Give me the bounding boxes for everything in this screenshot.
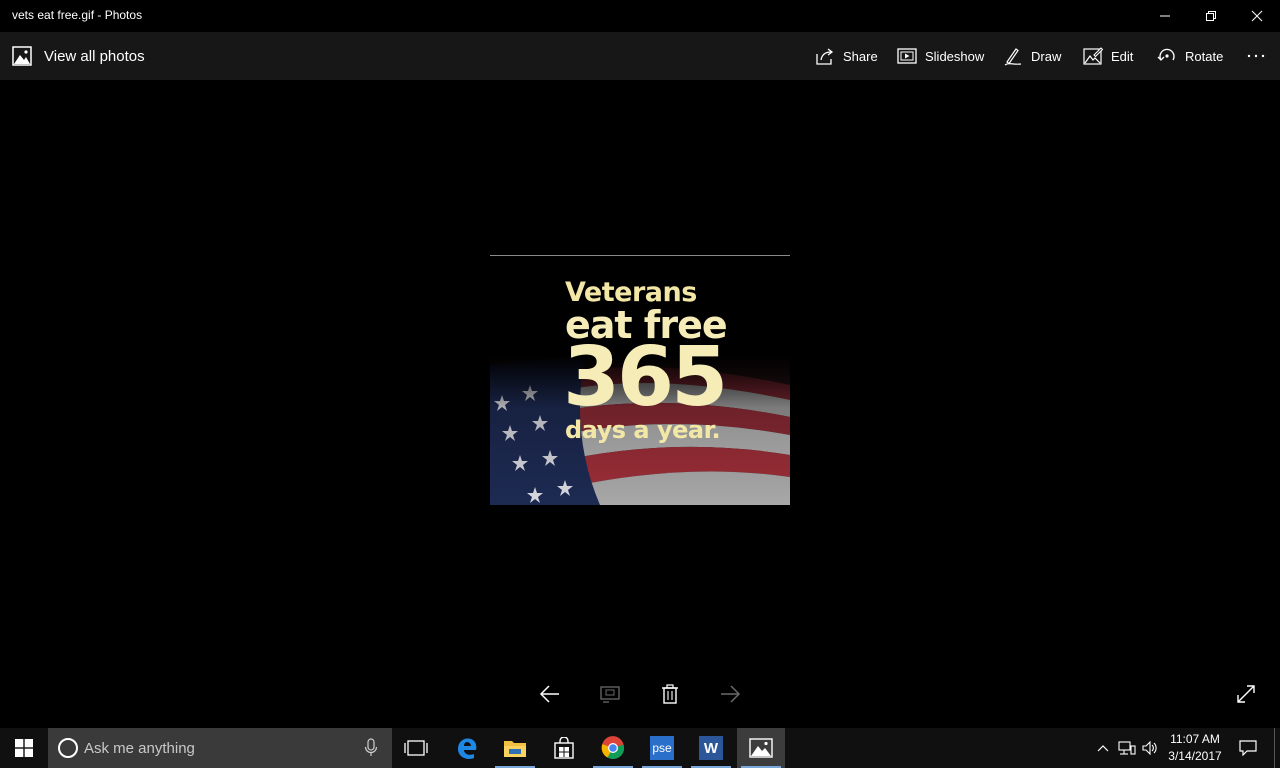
close-icon <box>1251 10 1263 22</box>
share-label: Share <box>843 48 878 64</box>
network-icon <box>1118 741 1136 755</box>
chevron-up-icon <box>1097 745 1109 752</box>
photos-icon <box>12 46 32 66</box>
photo-text-365: 365 <box>563 330 728 425</box>
start-button[interactable] <box>0 728 48 768</box>
rotate-label: Rotate <box>1185 48 1224 64</box>
clock[interactable]: 11:07 AM 3/14/2017 <box>1160 731 1230 765</box>
windows-logo-icon <box>15 739 33 757</box>
chrome-icon <box>601 736 625 760</box>
taskbar-file-explorer[interactable] <box>491 728 539 768</box>
taskbar-chrome[interactable] <box>589 728 637 768</box>
arrow-right-icon <box>721 685 741 703</box>
microphone-icon[interactable] <box>364 738 378 758</box>
notifications-icon <box>1239 740 1257 756</box>
view-all-photos-button[interactable]: View all photos <box>12 44 145 68</box>
taskbar-edge[interactable] <box>443 728 491 768</box>
more-icon <box>1247 54 1265 58</box>
edit-label: Edit <box>1111 48 1134 64</box>
minimize-button[interactable] <box>1142 0 1188 32</box>
arrow-left-icon <box>539 685 559 703</box>
restore-icon <box>1206 11 1216 21</box>
taskbar-photos[interactable] <box>737 728 785 768</box>
minimize-icon <box>1160 15 1170 17</box>
edit-tags-icon <box>600 686 620 703</box>
clock-time: 11:07 AM <box>1170 732 1220 746</box>
slideshow-icon <box>897 48 917 64</box>
volume-button[interactable] <box>1140 728 1160 768</box>
fullscreen-icon <box>1237 685 1255 703</box>
rotate-button[interactable]: Rotate <box>1157 44 1223 68</box>
next-photo-button[interactable] <box>714 680 746 708</box>
restore-button[interactable] <box>1188 0 1234 32</box>
pse-label: pse <box>652 741 672 755</box>
taskbar-word[interactable]: W <box>687 728 735 768</box>
fullscreen-button[interactable] <box>1230 680 1262 708</box>
displayed-photo: Veterans eat free 365 days a year. <box>490 255 790 505</box>
slideshow-button[interactable]: Slideshow <box>897 44 984 68</box>
show-hidden-icons-button[interactable] <box>1093 728 1113 768</box>
action-center-button[interactable] <box>1234 728 1262 768</box>
network-button[interactable] <box>1116 728 1138 768</box>
clock-date: 3/14/2017 <box>1168 749 1222 763</box>
title-bar: vets eat free.gif - Photos <box>0 0 1280 32</box>
task-view-icon <box>404 740 428 756</box>
edit-icon <box>1083 47 1103 65</box>
folder-icon <box>504 741 526 757</box>
word-label: W <box>703 739 719 757</box>
photo-text-days-a-year: days a year. <box>565 416 721 444</box>
delete-button[interactable] <box>654 680 686 708</box>
slideshow-label: Slideshow <box>925 48 985 64</box>
window-title: vets eat free.gif - Photos <box>12 8 143 22</box>
draw-label: Draw <box>1031 48 1062 64</box>
trash-icon <box>662 684 678 704</box>
edit-button[interactable]: Edit <box>1083 44 1133 68</box>
cortana-icon <box>58 738 78 758</box>
search-input[interactable] <box>84 736 354 760</box>
photo-viewer: Veterans eat free 365 days a year. <box>0 80 1280 728</box>
app-bar: View all photos Share Slideshow Draw Edi… <box>0 32 1280 80</box>
previous-photo-button[interactable] <box>534 680 566 708</box>
speaker-icon <box>1142 741 1157 755</box>
photoshop-elements-icon: pse <box>650 736 674 760</box>
draw-icon <box>1004 48 1022 66</box>
task-view-button[interactable] <box>392 728 440 768</box>
photo-top-line <box>490 255 790 256</box>
edge-icon <box>458 738 477 759</box>
close-button[interactable] <box>1234 0 1280 32</box>
taskbar: pse W 11:07 AM <box>0 728 1280 768</box>
taskbar-store[interactable] <box>540 728 588 768</box>
more-button[interactable] <box>1246 44 1266 68</box>
word-icon: W <box>699 736 723 760</box>
taskbar-photoshop-elements[interactable]: pse <box>638 728 686 768</box>
store-icon <box>554 737 574 759</box>
view-all-photos-label: View all photos <box>44 47 145 65</box>
photos-app-icon <box>749 738 773 758</box>
edit-tags-button[interactable] <box>594 680 626 708</box>
show-desktop-button[interactable] <box>1274 728 1280 768</box>
search-box[interactable] <box>48 728 392 768</box>
share-button[interactable]: Share <box>815 44 878 68</box>
share-icon <box>816 48 834 65</box>
rotate-icon <box>1157 48 1175 61</box>
draw-button[interactable]: Draw <box>1003 44 1061 68</box>
